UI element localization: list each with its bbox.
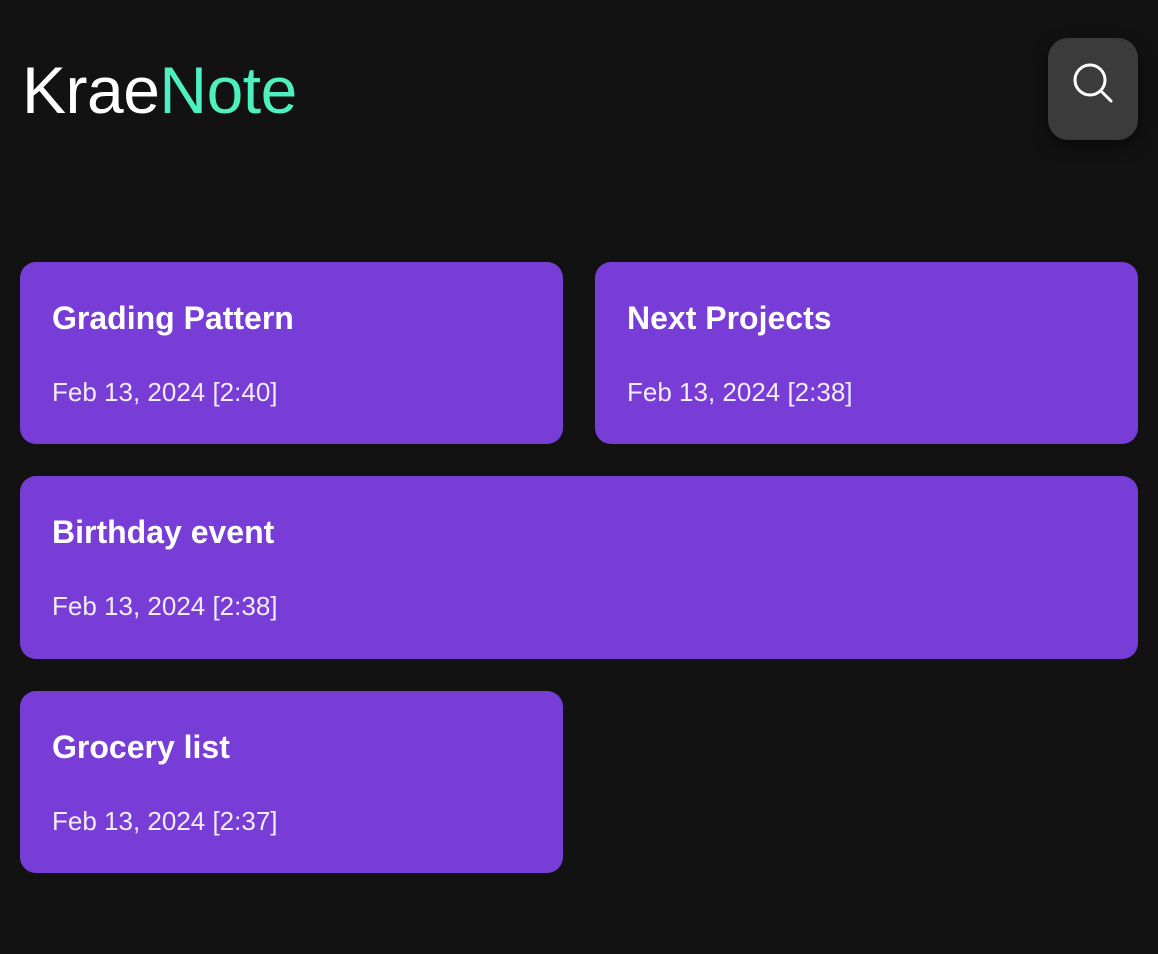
note-date: Feb 13, 2024 [2:37] bbox=[52, 806, 278, 836]
note-card[interactable]: Next Projects Feb 13, 2024 [2:38] bbox=[595, 262, 1138, 444]
note-date: Feb 13, 2024 [2:40] bbox=[52, 377, 278, 407]
app-logo: KraeNote bbox=[22, 50, 297, 130]
logo-text-accent: Note bbox=[159, 53, 297, 127]
note-date: Feb 13, 2024 [2:38] bbox=[52, 591, 278, 621]
note-card[interactable]: Grading Pattern Feb 13, 2024 [2:40] bbox=[20, 262, 563, 444]
app-header: KraeNote bbox=[0, 0, 1158, 160]
logo-text-primary: Krae bbox=[22, 53, 160, 127]
note-card[interactable]: Grocery list Feb 13, 2024 [2:37] bbox=[20, 691, 563, 873]
note-title: Grocery list bbox=[52, 729, 230, 765]
note-date: Feb 13, 2024 [2:38] bbox=[627, 377, 853, 407]
note-card[interactable]: Birthday event Feb 13, 2024 [2:38] bbox=[20, 476, 1138, 659]
note-title: Grading Pattern bbox=[52, 300, 294, 336]
note-title: Next Projects bbox=[627, 300, 832, 336]
search-button[interactable] bbox=[1048, 38, 1138, 140]
search-icon bbox=[1071, 63, 1115, 105]
note-title: Birthday event bbox=[52, 514, 275, 550]
